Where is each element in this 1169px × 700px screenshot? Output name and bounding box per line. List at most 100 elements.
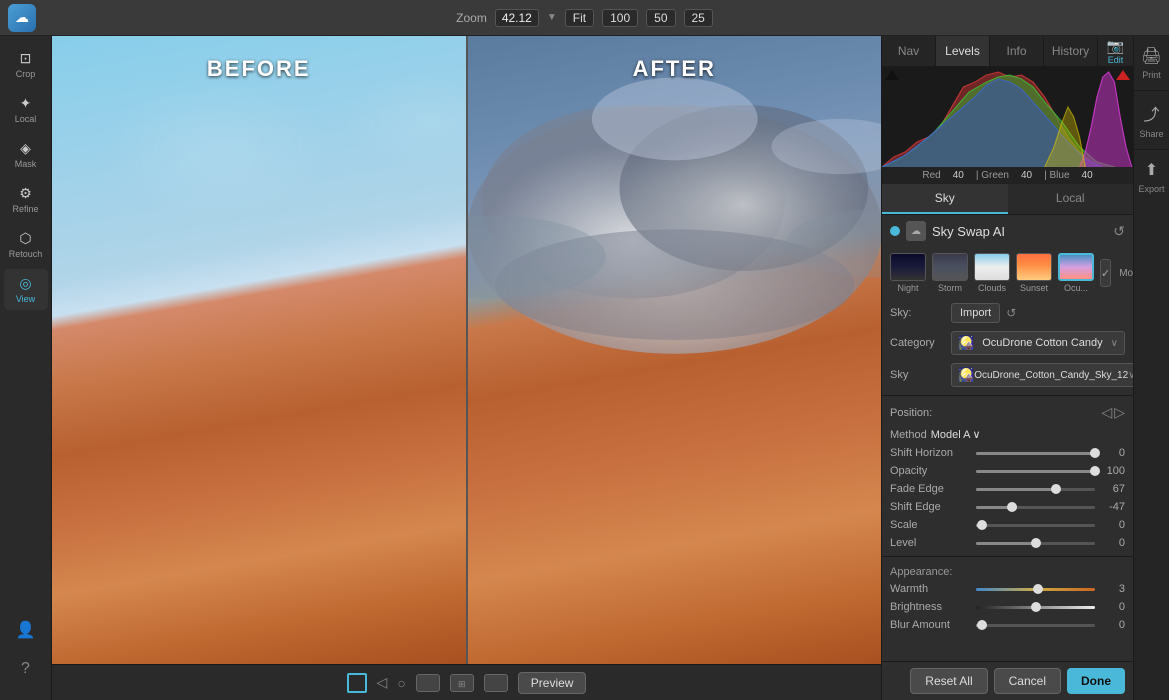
preview-button[interactable]: Preview bbox=[518, 672, 587, 694]
warmth-track[interactable] bbox=[976, 588, 1095, 591]
brightness-track[interactable] bbox=[976, 606, 1095, 609]
shift-edge-row: Shift Edge -47 bbox=[882, 498, 1133, 516]
far-right-column: 🖨 Print ⤴ Share ⬆ Export bbox=[1133, 36, 1169, 700]
scale-track[interactable] bbox=[976, 524, 1095, 527]
fit-button[interactable]: Fit bbox=[565, 9, 594, 27]
more-icon: ✓ bbox=[1101, 267, 1110, 280]
refine-label: Refine bbox=[12, 204, 38, 214]
reset-all-button[interactable]: Reset All bbox=[910, 668, 987, 694]
local-label: Local bbox=[15, 114, 37, 124]
reset-icon[interactable]: ↺ bbox=[1113, 223, 1125, 240]
grid-view-icon[interactable]: ⊞ bbox=[450, 674, 474, 692]
export-icon: ⬆ bbox=[1145, 160, 1158, 180]
warmth-thumb[interactable] bbox=[1033, 584, 1043, 594]
zoom-50-button[interactable]: 50 bbox=[646, 9, 675, 27]
shift-horizon-row: Shift Horizon 0 bbox=[882, 444, 1133, 462]
level-thumb[interactable] bbox=[1031, 538, 1041, 548]
tool-local[interactable]: ✦ Local bbox=[4, 89, 48, 130]
print-button[interactable]: 🖨 Print bbox=[1134, 36, 1169, 91]
sky-swap-icon: ☁ bbox=[906, 221, 926, 241]
dual-view-icon[interactable] bbox=[484, 674, 508, 692]
share-icon: ⤴ bbox=[1143, 101, 1159, 125]
preset-storm[interactable]: Storm bbox=[932, 253, 968, 293]
position-right-arrow[interactable]: ▷ bbox=[1114, 404, 1125, 421]
blur-thumb[interactable] bbox=[977, 620, 987, 630]
brightness-thumb[interactable] bbox=[1031, 602, 1041, 612]
after-label: AFTER bbox=[633, 56, 716, 82]
category-flag: 🎑 bbox=[958, 335, 974, 351]
fade-edge-thumb[interactable] bbox=[1051, 484, 1061, 494]
app-container: ☁ Zoom 42.12 ▼ Fit 100 50 25 ⊡ Crop ✦ Lo… bbox=[0, 0, 1169, 700]
position-left-arrow[interactable]: ◁ bbox=[1101, 404, 1112, 421]
local-tab[interactable]: Local bbox=[1008, 184, 1134, 214]
user-icon-btn[interactable]: 👤 bbox=[4, 614, 48, 646]
preset-night-thumb bbox=[890, 253, 926, 281]
green-value: 40 bbox=[1021, 170, 1032, 181]
nav-tab-nav[interactable]: Nav bbox=[882, 36, 936, 66]
scale-thumb[interactable] bbox=[977, 520, 987, 530]
preset-clouds[interactable]: Clouds bbox=[974, 253, 1010, 293]
shift-edge-track[interactable] bbox=[976, 506, 1095, 509]
import-button[interactable]: Import bbox=[951, 303, 1000, 323]
fade-edge-row: Fade Edge 67 bbox=[882, 480, 1133, 498]
level-row: Level 0 bbox=[882, 534, 1133, 552]
shift-horizon-track[interactable] bbox=[976, 452, 1095, 455]
help-icon-btn[interactable]: ? bbox=[4, 654, 48, 684]
category-dropdown[interactable]: 🎑 OcuDrone Cotton Candy ∨ bbox=[951, 331, 1125, 355]
sky-tab[interactable]: Sky bbox=[882, 184, 1008, 214]
scale-label: Scale bbox=[890, 519, 970, 531]
preset-sunset[interactable]: Sunset bbox=[1016, 253, 1052, 293]
tool-view[interactable]: ◎ View bbox=[4, 269, 48, 310]
sky-reset-icon[interactable]: ↺ bbox=[1006, 306, 1016, 320]
zoom-dropdown-icon[interactable]: ▼ bbox=[547, 12, 557, 23]
fade-edge-track[interactable] bbox=[976, 488, 1095, 491]
blur-track[interactable] bbox=[976, 624, 1095, 627]
nav-tab-history[interactable]: History bbox=[1044, 36, 1097, 66]
opacity-label: Opacity bbox=[890, 465, 970, 477]
warmth-label: Warmth bbox=[890, 583, 970, 595]
edit-button[interactable]: 📷 Edit bbox=[1097, 36, 1133, 67]
shift-edge-label: Shift Edge bbox=[890, 501, 970, 513]
scale-value: 0 bbox=[1101, 519, 1125, 531]
done-button[interactable]: Done bbox=[1067, 668, 1125, 694]
shift-edge-value: -47 bbox=[1101, 501, 1125, 513]
cancel-button[interactable]: Cancel bbox=[994, 668, 1061, 694]
tool-retouch[interactable]: ⬡ Retouch bbox=[4, 224, 48, 265]
zoom-25-button[interactable]: 25 bbox=[684, 9, 713, 27]
shift-horizon-thumb[interactable] bbox=[1090, 448, 1100, 458]
sky-value-dropdown[interactable]: 🎑 OcuDrone_Cotton_Candy_Sky_12 ∨ bbox=[951, 363, 1133, 387]
canvas-area: BEFORE bbox=[52, 36, 881, 700]
preset-ocu[interactable]: Ocu... bbox=[1058, 253, 1094, 293]
preset-night[interactable]: Night bbox=[890, 253, 926, 293]
level-track[interactable] bbox=[976, 542, 1095, 545]
circle-icon: ○ bbox=[397, 675, 405, 691]
tool-mask[interactable]: ◈ Mask bbox=[4, 134, 48, 175]
split-view-icon[interactable] bbox=[416, 674, 440, 692]
export-button[interactable]: ⬆ Export bbox=[1134, 150, 1169, 204]
opacity-thumb[interactable] bbox=[1090, 466, 1100, 476]
left-sidebar: ⊡ Crop ✦ Local ◈ Mask ⚙ Refine ⬡ Retouch… bbox=[0, 36, 52, 700]
shift-edge-thumb[interactable] bbox=[1007, 502, 1017, 512]
top-bar: ☁ Zoom 42.12 ▼ Fit 100 50 25 bbox=[0, 0, 1169, 36]
sky-value-label: Sky bbox=[890, 369, 945, 381]
more-presets-button[interactable]: ✓ bbox=[1100, 259, 1111, 287]
fade-edge-value: 67 bbox=[1101, 483, 1125, 495]
method-dropdown[interactable]: Model A ∨ bbox=[931, 428, 981, 441]
sky-value-flag: 🎑 bbox=[958, 367, 974, 383]
tool-refine[interactable]: ⚙ Refine bbox=[4, 179, 48, 220]
sky-value: OcuDrone_Cotton_Candy_Sky_12 bbox=[974, 370, 1128, 381]
share-button[interactable]: ⤴ Share bbox=[1134, 91, 1169, 150]
sky-swap-header: ☁ Sky Swap AI ↺ bbox=[882, 215, 1133, 247]
nav-tab-levels[interactable]: Levels bbox=[936, 36, 990, 66]
method-row: Method Model A ∨ bbox=[882, 425, 1133, 444]
view-mode-box[interactable] bbox=[347, 673, 367, 693]
tool-crop[interactable]: ⊡ Crop bbox=[4, 44, 48, 85]
zoom-value[interactable]: 42.12 bbox=[495, 9, 539, 27]
opacity-track[interactable] bbox=[976, 470, 1095, 473]
nav-tab-info[interactable]: Info bbox=[990, 36, 1044, 66]
export-label: Export bbox=[1138, 184, 1164, 194]
left-arrow-icon[interactable]: ◁ bbox=[377, 674, 388, 691]
brightness-value: 0 bbox=[1101, 601, 1125, 613]
zoom-100-button[interactable]: 100 bbox=[602, 9, 638, 27]
opacity-row: Opacity 100 bbox=[882, 462, 1133, 480]
